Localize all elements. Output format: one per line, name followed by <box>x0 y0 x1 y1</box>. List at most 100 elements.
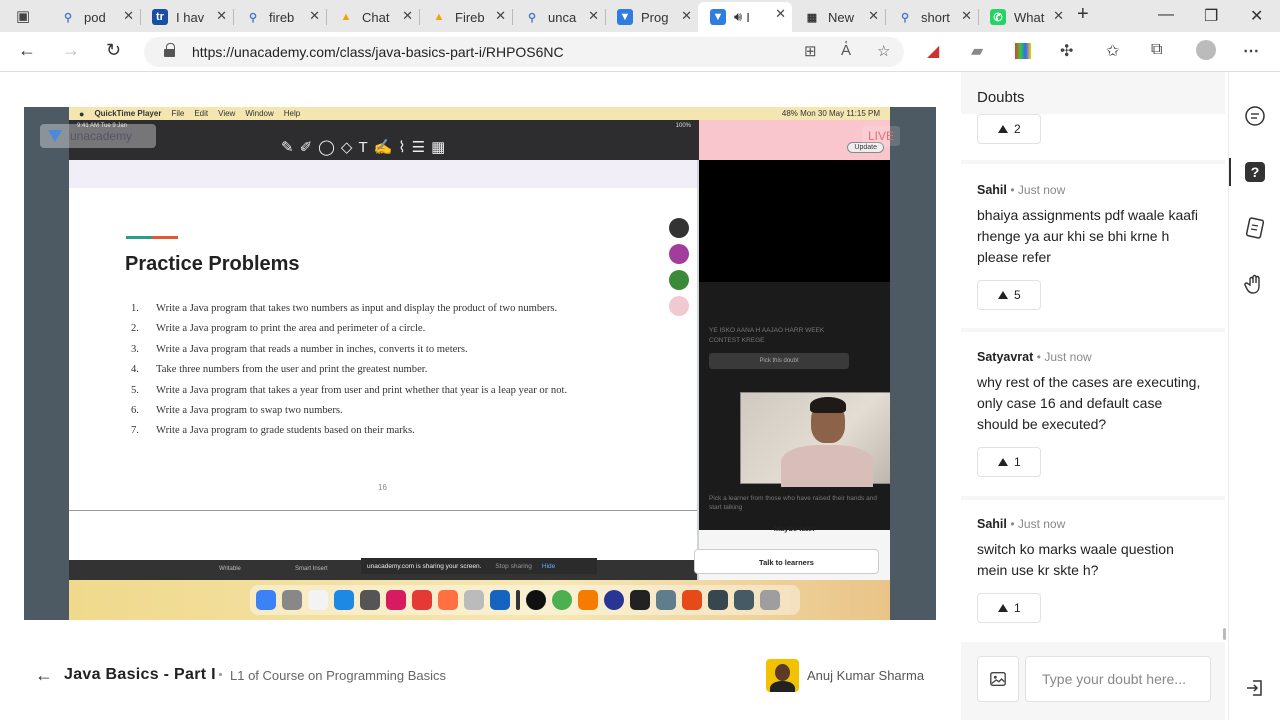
minimize-button[interactable]: — <box>1158 6 1174 24</box>
maybe-later-label: Maybe later <box>773 524 816 533</box>
upvote-button[interactable]: 2 <box>977 114 1041 144</box>
doubt-card: Satyavrat • Just now why rest of the cas… <box>961 332 1225 496</box>
unacademy-icon: ▼ <box>710 9 726 25</box>
upvote-button[interactable]: 1 <box>977 447 1041 477</box>
profile-avatar[interactable] <box>1196 40 1216 60</box>
more-menu-icon[interactable]: ⋯ <box>1243 41 1259 61</box>
raise-hand-icon[interactable] <box>1243 272 1267 296</box>
hide-label: Hide <box>541 562 556 570</box>
browser-tab-bar: ▣ ⚲ pod ✕ tr I hav ✕ ⚲ fireb ✕ ▲ Chat ✕ ▲ Fireb ✕ ⚲ unca… <box>0 0 1280 32</box>
close-tab-icon[interactable]: ✕ <box>588 8 599 24</box>
upvote-button[interactable]: 5 <box>977 280 1041 310</box>
close-window-button[interactable]: ✕ <box>1250 6 1263 26</box>
doubt-input[interactable] <box>1025 656 1211 702</box>
doubts-scrollbar[interactable] <box>1223 628 1226 640</box>
close-tab-icon[interactable]: ✕ <box>775 6 786 22</box>
right-rail: ? <box>1228 72 1280 720</box>
url-text[interactable]: https://unacademy.com/class/java-basics-… <box>192 44 564 60</box>
browser-tab[interactable]: ⚲ pod ✕ <box>48 4 140 30</box>
doubts-panel: Doubts 2 Sahil • Just now bhaiya assignm… <box>961 72 1225 720</box>
webcam-hair <box>810 397 846 413</box>
url-field[interactable]: https://unacademy.com/class/java-basics-… <box>144 37 904 67</box>
browser-tab[interactable]: ✆ What ✕ <box>978 4 1070 30</box>
add-favorite-icon[interactable]: ☆ <box>877 42 890 60</box>
educator-webcam <box>740 392 890 487</box>
search-icon: ⚲ <box>60 9 76 25</box>
exit-icon[interactable] <box>1243 676 1267 700</box>
close-tab-icon[interactable]: ✕ <box>1053 8 1064 24</box>
slide-header-strip <box>69 160 697 188</box>
extension-icon[interactable]: ▰ <box>971 41 983 61</box>
whatsapp-icon: ✆ <box>990 9 1006 25</box>
browser-tab[interactable]: ▦ New ✕ <box>792 4 885 30</box>
ipad-toolbar: 9:41 AM Tue 9 Jan 100% ✎✐◯◇T✍⌇☰▦ <box>69 120 699 160</box>
problem-list: 1. Write a Java program that takes two nu… <box>126 303 686 446</box>
browser-tab[interactable]: ▲ Fireb ✕ <box>419 4 512 30</box>
close-tab-icon[interactable]: ✕ <box>123 8 134 24</box>
tab-title: What <box>1014 9 1045 25</box>
attach-image-button[interactable] <box>977 656 1019 702</box>
collections-icon[interactable]: ⧉ <box>1151 41 1162 59</box>
unacademy-icon: ▼ <box>617 9 633 25</box>
browser-tab[interactable]: ▼ 🔊︎ I ✕ <box>698 2 792 32</box>
close-tab-icon[interactable]: ✕ <box>681 8 692 24</box>
video-player[interactable]: ● QuickTime Player File Edit View Window… <box>24 107 936 620</box>
forward-button[interactable]: → <box>62 40 80 61</box>
pick-doubt-label: Pick this doubt <box>709 353 849 369</box>
extension-icon[interactable]: ◢ <box>927 41 939 61</box>
mac-dock <box>250 585 800 615</box>
list-item: 3. Write a Java program that reads a numb… <box>131 343 468 355</box>
mac-menu-bar: ● QuickTime Player File Edit View Window… <box>69 107 890 120</box>
mac-menu-item: Edit <box>194 109 209 118</box>
close-tab-icon[interactable]: ✕ <box>309 8 320 24</box>
upvote-icon <box>998 291 1008 299</box>
browser-tab[interactable]: ▲ Chat ✕ <box>326 4 419 30</box>
overlay-doubt-text: YE ISKO AANA H AAJAO HARR WEEK CONTEST K… <box>709 327 825 344</box>
educator-side-pane: Update YE ISKO AANA H AAJAO HARR WEEK CO… <box>694 120 890 593</box>
close-tab-icon[interactable]: ✕ <box>402 8 413 24</box>
favorites-icon[interactable]: ✩ <box>1106 41 1119 61</box>
tab-actions-icon[interactable]: ▣ <box>16 7 30 25</box>
extensions-icon[interactable]: ✣ <box>1060 41 1073 61</box>
browser-tab[interactable]: ▼ Prog ✕ <box>605 4 698 30</box>
slide-title: Practice Problems <box>125 253 300 275</box>
educator-avatar[interactable] <box>766 659 799 692</box>
speaker-icon[interactable]: 🔊︎ <box>734 9 742 25</box>
extension-icon[interactable] <box>1015 43 1031 59</box>
calendar-icon: ▦ <box>804 9 820 25</box>
apple-icon: ● <box>79 108 85 119</box>
educator-name[interactable]: Anuj Kumar Sharma <box>807 668 924 683</box>
tr-icon: tr <box>152 9 168 25</box>
tab-title: Prog <box>641 9 669 25</box>
doubts-icon[interactable]: ? <box>1243 160 1267 184</box>
pen-green-icon <box>669 270 689 290</box>
slide: Practice Problems 1. Write a Java program… <box>69 160 697 510</box>
chat-icon[interactable] <box>1243 104 1267 128</box>
course-subtitle[interactable]: L1 of Course on Programming Basics <box>218 668 446 683</box>
tab-title: Fireb <box>455 9 485 25</box>
new-tab-button[interactable]: + <box>1077 3 1089 26</box>
refresh-button[interactable]: ↻ <box>106 40 121 61</box>
browser-tab[interactable]: ⚲ unca ✕ <box>512 4 605 30</box>
close-tab-icon[interactable]: ✕ <box>868 8 879 24</box>
back-button[interactable]: ← <box>18 40 36 61</box>
upvote-button[interactable]: 1 <box>977 593 1041 623</box>
close-tab-icon[interactable]: ✕ <box>495 8 506 24</box>
browser-tab[interactable]: tr I hav ✕ <box>140 4 233 30</box>
tab-title: pod <box>84 9 106 25</box>
app-available-icon[interactable]: ⊞ <box>804 42 817 60</box>
notes-icon[interactable] <box>1243 216 1267 240</box>
doubt-author: Sahil • Just now <box>977 517 1066 531</box>
browser-tab[interactable]: ⚲ fireb ✕ <box>233 4 326 30</box>
close-tab-icon[interactable]: ✕ <box>961 8 972 24</box>
read-aloud-icon[interactable]: A᷾ <box>841 42 851 59</box>
maximize-button[interactable]: ❐ <box>1204 6 1218 26</box>
address-bar-row: ← → ↻ https://unacademy.com/class/java-b… <box>0 32 1280 72</box>
pen-purple-icon <box>669 244 689 264</box>
doubt-card: 2 <box>961 114 1225 160</box>
close-tab-icon[interactable]: ✕ <box>216 8 227 24</box>
doubts-title: Doubts <box>977 89 1025 106</box>
back-arrow-icon[interactable]: ← <box>35 665 53 686</box>
list-item: 4. Take three numbers from the user and p… <box>131 364 428 376</box>
browser-tab[interactable]: ⚲ short ✕ <box>885 4 978 30</box>
